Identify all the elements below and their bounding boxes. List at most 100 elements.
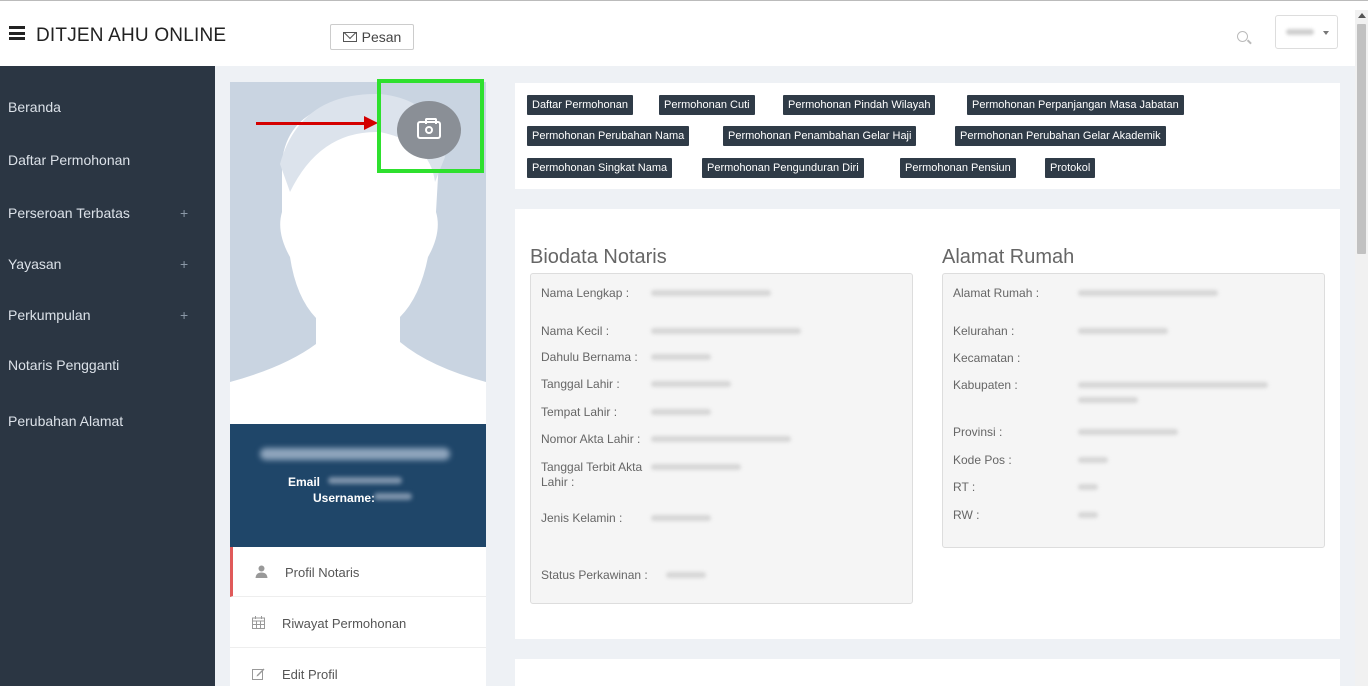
field-label: Jenis Kelamin : — [541, 511, 623, 525]
biodata-panel: Biodata Notaris Nama Lengkap : Nama Keci… — [515, 209, 1340, 639]
field-label: RT : — [953, 480, 976, 494]
user-menu-button[interactable] — [1275, 15, 1338, 49]
profile-menu: Profil Notaris Riwayat Permohonan Edit P… — [230, 547, 486, 686]
alamat-well: Alamat Rumah : Kelurahan : Kecamatan : K… — [942, 273, 1325, 548]
sidebar-item-notaris-pengganti[interactable]: Notaris Pengganti — [0, 350, 215, 380]
field-value-redacted — [1078, 484, 1098, 490]
user-icon — [255, 565, 268, 578]
field-label: Kelurahan : — [953, 324, 1015, 338]
chevron-down-icon — [1323, 31, 1329, 35]
sidebar-item-label: Perseroan Terbatas — [8, 205, 130, 221]
calendar-icon — [252, 616, 265, 629]
field-label: Tanggal Lahir : — [541, 377, 620, 391]
username-label: Username: — [313, 491, 376, 505]
scrollbar-thumb[interactable] — [1357, 24, 1366, 254]
sidebar-item-beranda[interactable]: Beranda — [0, 92, 215, 122]
field-value-redacted — [651, 409, 711, 415]
menu-label: Profil Notaris — [285, 565, 360, 580]
field-value-redacted — [1078, 512, 1098, 518]
tag-permohonan-perpanjangan-masa-jabatan[interactable]: Permohonan Perpanjangan Masa Jabatan — [967, 95, 1184, 115]
tag-permohonan-pensiun[interactable]: Permohonan Pensiun — [900, 158, 1016, 178]
alamat-title: Alamat Rumah — [942, 246, 1075, 268]
field-value-redacted — [651, 354, 711, 360]
menu-edit-profil[interactable]: Edit Profil — [230, 649, 486, 686]
menu-label: Edit Profil — [282, 667, 338, 682]
action-tags-panel: Daftar Permohonan Permohonan Cuti Permoh… — [515, 83, 1340, 189]
app-brand[interactable]: DITJEN AHU ONLINE — [36, 25, 226, 47]
scroll-up-arrow-icon[interactable] — [1358, 13, 1366, 18]
field-value-redacted — [1078, 397, 1138, 403]
tag-permohonan-pengunduran-diri[interactable]: Permohonan Pengunduran Diri — [702, 158, 864, 178]
profile-name-redacted — [260, 448, 450, 460]
sidebar-item-yayasan[interactable]: Yayasan + — [0, 249, 215, 279]
sidebar-item-label: Yayasan — [8, 256, 62, 272]
expand-plus-icon[interactable]: + — [180, 300, 188, 330]
annotation-highlight — [377, 79, 484, 173]
field-label: Provinsi : — [953, 425, 1003, 439]
hamburger-menu-icon[interactable] — [9, 26, 25, 40]
field-label: Status Perkawinan : — [541, 568, 648, 582]
sidebar-item-perseroan-terbatas[interactable]: Perseroan Terbatas + — [0, 198, 215, 228]
email-value-redacted — [328, 477, 402, 484]
pesan-button[interactable]: Pesan — [330, 24, 414, 50]
biodata-well: Nama Lengkap : Nama Kecil : Dahulu Berna… — [530, 273, 913, 604]
sidebar-item-label: Daftar Permohonan — [8, 152, 131, 168]
field-value-redacted — [651, 328, 801, 334]
biodata-title: Biodata Notaris — [530, 246, 667, 268]
username-redacted — [1286, 29, 1314, 35]
tag-permohonan-penambahan-gelar-haji[interactable]: Permohonan Penambahan Gelar Haji — [723, 126, 917, 146]
field-value-redacted — [1078, 382, 1268, 388]
field-value-redacted — [651, 381, 731, 387]
menu-profil-notaris[interactable]: Profil Notaris — [230, 547, 486, 597]
sidebar-item-daftar-permohonan[interactable]: Daftar Permohonan — [0, 145, 215, 175]
field-label: Kabupaten : — [953, 378, 1018, 392]
field-label: Tanggal Terbit Akta Lahir : — [541, 460, 643, 489]
lower-panel — [515, 659, 1340, 686]
field-value-redacted — [1078, 429, 1178, 435]
field-label: Tempat Lahir : — [541, 405, 618, 419]
top-header: DITJEN AHU ONLINE Pesan — [0, 0, 1368, 66]
sidebar-item-label: Perubahan Alamat — [8, 413, 124, 429]
sidebar: Beranda Daftar Permohonan Perseroan Terb… — [0, 66, 215, 686]
tag-permohonan-perubahan-gelar-akademik[interactable]: Permohonan Perubahan Gelar Akademik — [955, 126, 1166, 146]
tag-permohonan-cuti[interactable]: Permohonan Cuti — [659, 95, 755, 115]
menu-riwayat-permohonan[interactable]: Riwayat Permohonan — [230, 598, 486, 648]
menu-label: Riwayat Permohonan — [282, 616, 407, 631]
field-label: Kecamatan : — [953, 351, 1021, 365]
field-label: Nomor Akta Lahir : — [541, 432, 641, 446]
sidebar-item-perubahan-alamat[interactable]: Perubahan Alamat — [0, 406, 215, 436]
sidebar-item-label: Beranda — [8, 99, 61, 115]
tag-protokol[interactable]: Protokol — [1045, 158, 1096, 178]
sidebar-item-label: Notaris Pengganti — [8, 357, 120, 373]
edit-icon — [252, 668, 265, 680]
field-value-redacted — [1078, 457, 1108, 463]
expand-plus-icon[interactable]: + — [180, 249, 188, 279]
field-value-redacted — [651, 464, 741, 470]
page-scrollbar[interactable] — [1355, 10, 1368, 686]
field-value-redacted — [651, 515, 711, 521]
field-label: Nama Lengkap : — [541, 286, 630, 300]
profile-card: Email Username: — [230, 424, 486, 547]
tag-daftar-permohonan[interactable]: Daftar Permohonan — [527, 95, 633, 115]
annotation-arrow — [256, 122, 368, 125]
email-label: Email — [288, 475, 321, 489]
search-icon[interactable] — [1237, 31, 1248, 42]
pesan-label: Pesan — [361, 29, 402, 45]
field-value-redacted — [1078, 290, 1218, 296]
field-value-redacted — [651, 436, 791, 442]
username-value-redacted — [374, 493, 412, 500]
expand-plus-icon[interactable]: + — [180, 198, 188, 228]
field-label: Alamat Rumah : — [953, 286, 1040, 300]
envelope-icon — [342, 32, 357, 42]
field-value-redacted — [1078, 328, 1168, 334]
field-value-redacted — [666, 572, 706, 578]
tag-permohonan-perubahan-nama[interactable]: Permohonan Perubahan Nama — [527, 126, 690, 146]
sidebar-item-perkumpulan[interactable]: Perkumpulan + — [0, 300, 215, 330]
field-value-redacted — [651, 290, 771, 296]
field-label: Nama Kecil : — [541, 324, 610, 338]
tag-permohonan-pindah-wilayah[interactable]: Permohonan Pindah Wilayah — [783, 95, 936, 115]
field-label: Kode Pos : — [953, 453, 1012, 467]
tag-permohonan-singkat-nama[interactable]: Permohonan Singkat Nama — [527, 158, 673, 178]
annotation-arrow-head — [364, 116, 378, 130]
field-label: Dahulu Bernama : — [541, 350, 638, 364]
